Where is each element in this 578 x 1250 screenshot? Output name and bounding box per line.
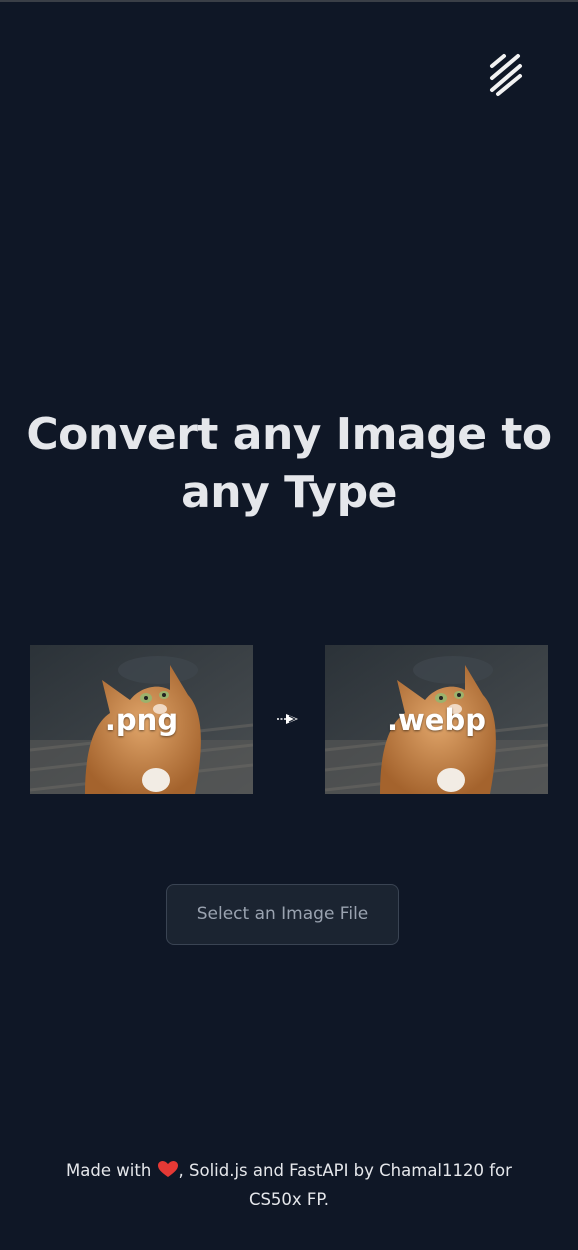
source-image-preview: .png — [30, 645, 253, 794]
footer-text-after: , Solid.js and FastAPI by Chamal1120 for… — [178, 1161, 512, 1209]
source-extension-label: .png — [104, 703, 179, 737]
target-extension-label: .webp — [387, 703, 486, 737]
window-top-border — [0, 0, 578, 2]
menu-slashes-icon — [490, 54, 522, 96]
menu-button[interactable] — [486, 50, 526, 100]
target-image-preview: .webp — [325, 645, 548, 794]
heart-icon — [157, 1160, 179, 1178]
page-title: Convert any Image to any Type — [26, 409, 552, 518]
select-image-button[interactable]: Select an Image File — [166, 884, 399, 945]
footer-text-before: Made with — [66, 1161, 157, 1180]
arrow-right-icon — [276, 711, 302, 727]
footer-credits: Made with , Solid.js and FastAPI by Cham… — [40, 1156, 538, 1214]
